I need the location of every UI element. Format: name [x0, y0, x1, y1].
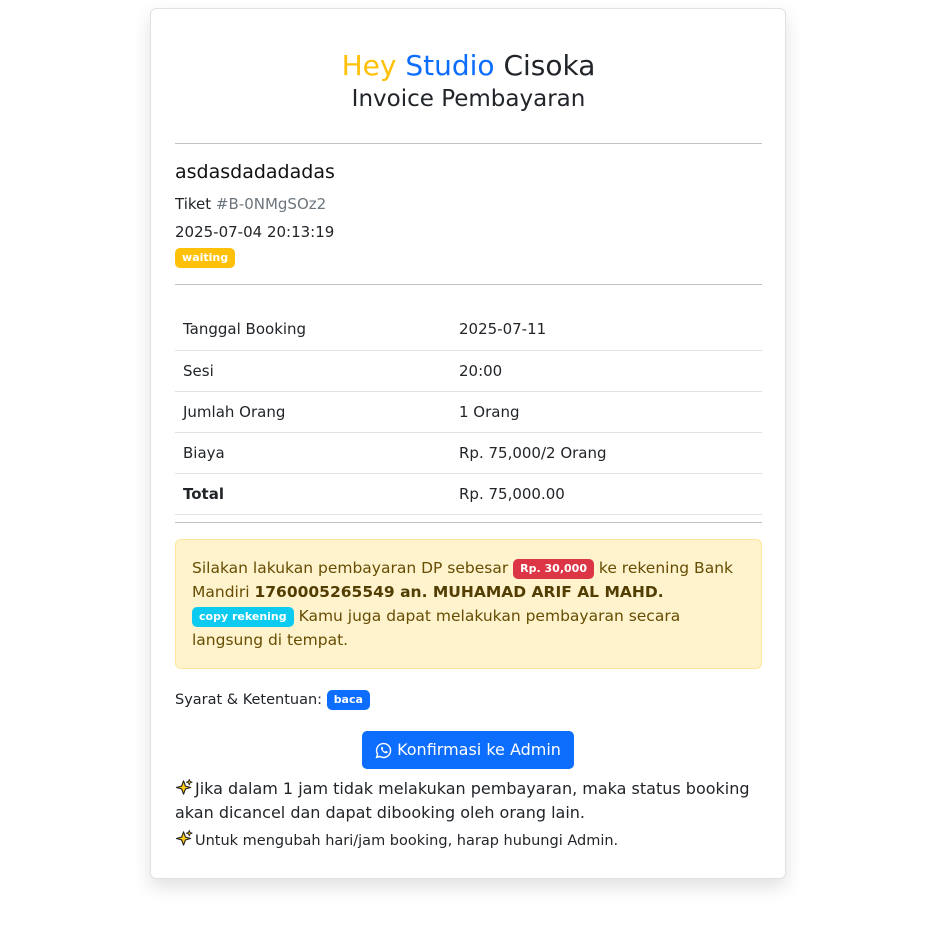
payment-alert: Silakan lakukan pembayaran DP sebesar Rp…	[175, 539, 762, 669]
table-row: Jumlah Orang 1 Orang	[175, 391, 762, 433]
sparkles-icon	[175, 829, 193, 846]
total-label: Total	[175, 473, 451, 515]
detail-label: Sesi	[175, 350, 451, 392]
sparkles-icon	[175, 778, 193, 795]
confirm-admin-label: Konfirmasi ke Admin	[397, 740, 561, 759]
detail-value: 2025-07-11	[451, 309, 762, 351]
brand-studio: Studio	[405, 49, 495, 82]
table-row-total: Total Rp. 75,000.00	[175, 473, 762, 515]
terms-line: Syarat & Ketentuan: baca	[175, 689, 370, 711]
detail-label: Tanggal Booking	[175, 309, 451, 351]
table-row: Sesi 20:00	[175, 350, 762, 392]
table-row: Tanggal Booking 2025-07-11	[175, 309, 762, 351]
customer-name: asdasdadadadas	[175, 161, 335, 183]
ticket-code: #B-0NMgSOz2	[215, 195, 327, 213]
detail-value: 20:00	[451, 350, 762, 392]
page-subtitle: Invoice Pembayaran	[351, 86, 586, 112]
table-row: Biaya Rp. 75,000/2 Orang	[175, 432, 762, 474]
detail-value: 1 Orang	[451, 391, 762, 433]
brand-cisoka: Cisoka	[503, 49, 596, 82]
terms-label: Syarat & Ketentuan:	[175, 692, 323, 708]
brand-hey: Hey	[341, 49, 397, 82]
total-value: Rp. 75,000.00	[451, 473, 762, 515]
divider	[175, 522, 762, 523]
ticket-label: Tiket	[175, 195, 212, 213]
detail-label: Jumlah Orang	[175, 391, 451, 433]
status-badge: waiting	[175, 248, 236, 268]
detail-value: Rp. 75,000/2 Orang	[451, 432, 762, 474]
divider	[175, 284, 762, 285]
copy-account-button[interactable]: copy rekening	[192, 607, 294, 627]
invoice-card: Hey Studio Cisoka Invoice Pembayaran asd…	[150, 8, 786, 879]
note1-text: Jika dalam 1 jam tidak melakukan pembaya…	[175, 779, 750, 822]
booking-details-table: Tanggal Booking 2025-07-11 Sesi 20:00 Ju…	[175, 309, 762, 515]
ticket-line: Tiket #B-0NMgSOz2	[175, 193, 326, 215]
read-terms-button[interactable]: baca	[326, 690, 370, 710]
divider	[175, 143, 762, 144]
brand-title: Hey Studio Cisoka	[175, 49, 762, 83]
confirm-admin-button[interactable]: Konfirmasi ke Admin	[362, 731, 574, 769]
whatsapp-icon	[375, 742, 392, 758]
note2-text: Untuk mengubah hari/jam booking, harap h…	[195, 833, 619, 849]
detail-label: Biaya	[175, 432, 451, 474]
dp-amount-badge: Rp. 30,000	[513, 559, 594, 579]
created-datetime: 2025-07-04 20:13:19	[175, 223, 335, 241]
payment-deadline-note: Jika dalam 1 jam tidak melakukan pembaya…	[175, 777, 762, 825]
reschedule-note: Untuk mengubah hari/jam booking, harap h…	[175, 829, 762, 852]
bank-account: 1760005265549 an. MUHAMAD ARIF AL MAHD.	[254, 583, 664, 601]
payment-text-before: Silakan lakukan pembayaran DP sebesar	[192, 559, 509, 577]
